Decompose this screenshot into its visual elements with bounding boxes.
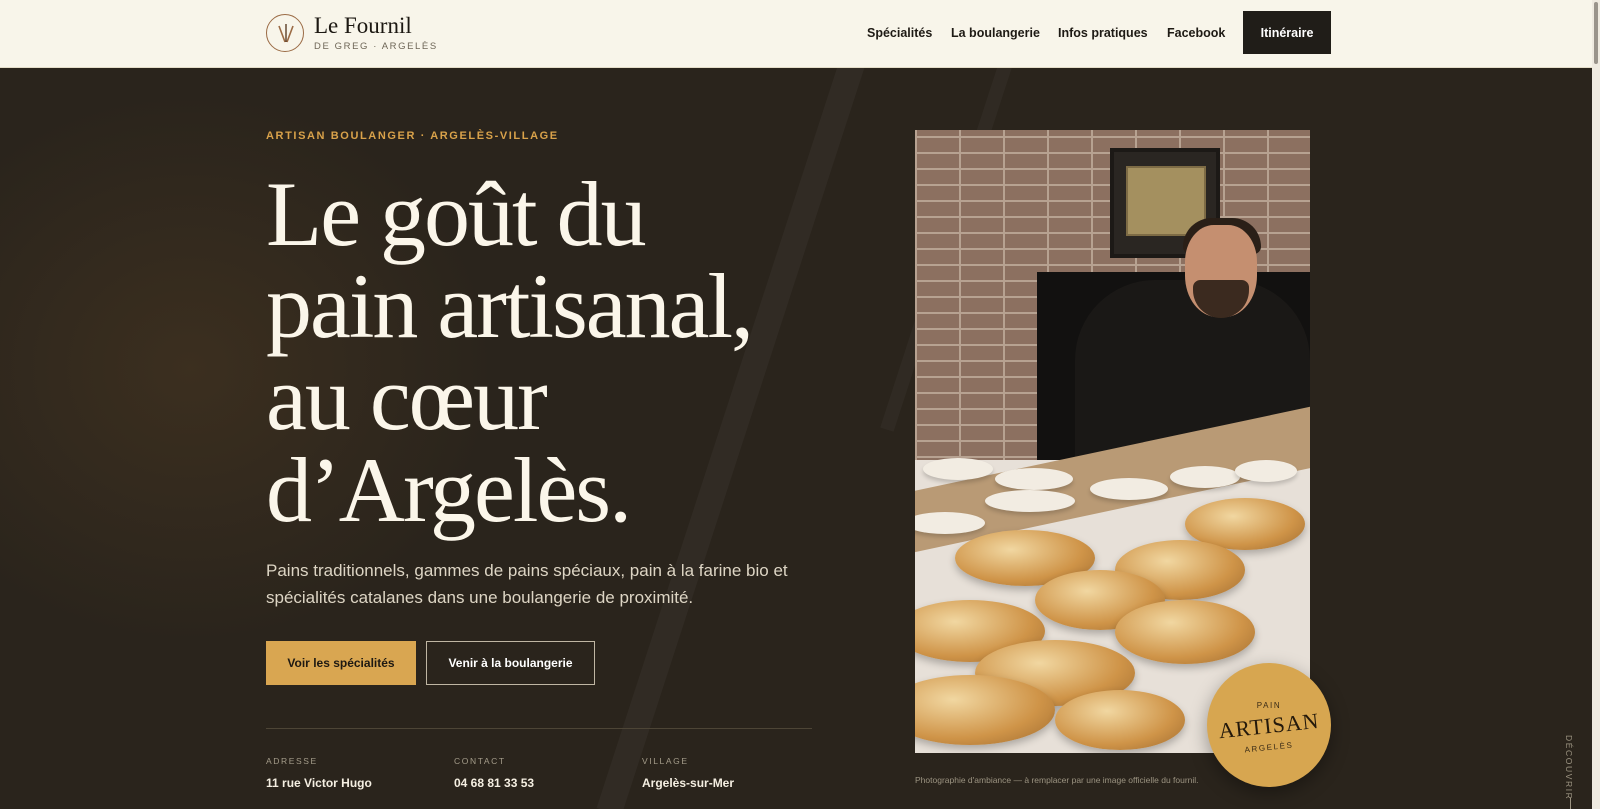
scrollbar-thumb[interactable] <box>1594 2 1598 64</box>
scroll-hint-line <box>1570 798 1571 809</box>
scrollbar-track[interactable] <box>1592 0 1600 809</box>
hero-lead: Pains traditionnels, gammes de pains spé… <box>266 561 788 607</box>
nav-infos-pratiques[interactable]: Infos pratiques <box>1058 26 1148 40</box>
hero-eyebrow: ARTISAN BOULANGER · ARGELÈS-VILLAGE <box>266 130 559 142</box>
nav-la-boulangerie[interactable]: La boulangerie <box>951 26 1040 40</box>
dough-piece <box>995 468 1073 490</box>
baguette <box>1055 690 1185 750</box>
photo-caption: Photographie d'ambiance — à remplacer pa… <box>915 775 1199 785</box>
brand-name[interactable]: Le Fournil <box>314 13 412 39</box>
brand-subtitle: DE GREG · ARGELÈS <box>314 41 438 52</box>
artisan-badge: PAIN ARTISAN ARGELÈS <box>1207 663 1331 787</box>
scroll-hint[interactable]: DÉCOUVRIR <box>1564 735 1574 800</box>
dough-piece <box>1235 460 1297 482</box>
wheat-icon[interactable] <box>266 14 304 52</box>
headline-line: d’Argelès. <box>266 439 632 541</box>
hero-section: ARTISAN BOULANGER · ARGELÈS-VILLAGE Le g… <box>0 68 1600 809</box>
dough-piece <box>1090 478 1168 500</box>
itineraire-button[interactable]: Itinéraire <box>1243 11 1331 54</box>
village-value: Argelès-sur-Mer <box>642 776 735 790</box>
nav-specialites[interactable]: Spécialités <box>867 26 932 40</box>
baguette <box>1115 600 1255 664</box>
nav-facebook[interactable]: Facebook <box>1167 26 1225 40</box>
site-header: Le Fournil DE GREG · ARGELÈS Spécialités… <box>0 0 1600 68</box>
baker-photo <box>915 130 1310 753</box>
dough-piece <box>1170 466 1240 488</box>
divider <box>266 728 812 729</box>
address-label: ADRESSE <box>266 756 318 766</box>
headline-line: Le goût du <box>266 163 647 265</box>
hero-headline: Le goût du pain artisanal, au cœur d’Arg… <box>266 168 856 536</box>
headline-line: pain artisanal, <box>266 255 754 357</box>
contact-label: CONTACT <box>454 756 506 766</box>
voir-specialites-button[interactable]: Voir les spécialités <box>266 641 416 685</box>
dough-piece <box>985 490 1075 512</box>
dough-piece <box>923 458 993 480</box>
village-label: VILLAGE <box>642 756 689 766</box>
headline-line: au cœur <box>266 347 548 449</box>
phone-link[interactable]: 04 68 81 33 53 <box>454 776 534 790</box>
address-value: 11 rue Victor Hugo <box>266 776 372 790</box>
venir-boulangerie-button[interactable]: Venir à la boulangerie <box>426 641 595 685</box>
